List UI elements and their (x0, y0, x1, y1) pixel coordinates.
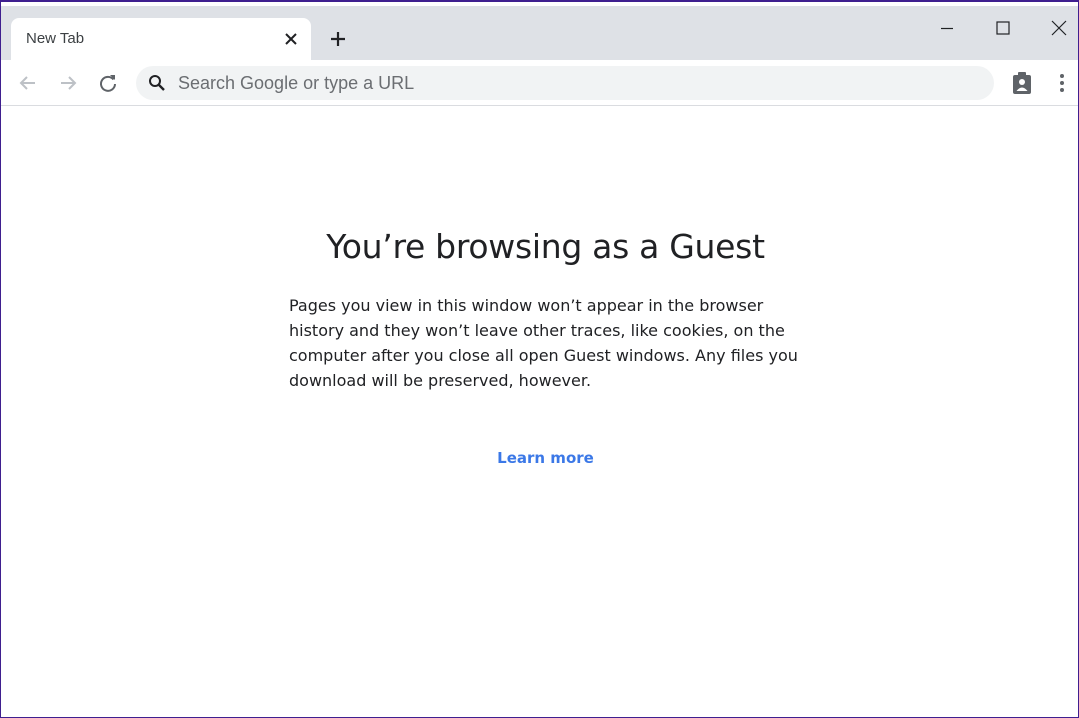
omnibox[interactable] (136, 66, 994, 100)
window-close-icon[interactable] (1031, 6, 1078, 50)
arrow-forward-icon[interactable] (52, 67, 84, 99)
guest-page: You’re browsing as a Guest Pages you vie… (1, 107, 1078, 717)
more-vert-icon[interactable] (1049, 68, 1075, 98)
search-icon (148, 74, 166, 92)
omnibox-input[interactable] (178, 66, 978, 100)
page-title: You’re browsing as a Guest (326, 227, 765, 266)
tab-close-icon[interactable] (279, 27, 303, 51)
guest-description: Pages you view in this window won’t appe… (289, 296, 798, 390)
minimize-icon[interactable] (919, 6, 975, 50)
new-tab-plus-icon[interactable] (323, 24, 353, 54)
tab-strip: New Tab (1, 6, 1078, 60)
browser-window: New Tab Search Google or type a URL You’… (0, 0, 1079, 718)
maximize-icon[interactable] (975, 6, 1031, 50)
browser-toolbar (1, 60, 1078, 106)
tab-new-tab[interactable]: New Tab (11, 18, 311, 60)
guest-profile-icon[interactable] (1007, 68, 1037, 98)
arrow-back-icon[interactable] (12, 67, 44, 99)
reload-icon[interactable] (92, 67, 124, 99)
tab-title: New Tab (26, 30, 85, 47)
learn-more-link[interactable]: Learn more (1, 449, 1078, 467)
